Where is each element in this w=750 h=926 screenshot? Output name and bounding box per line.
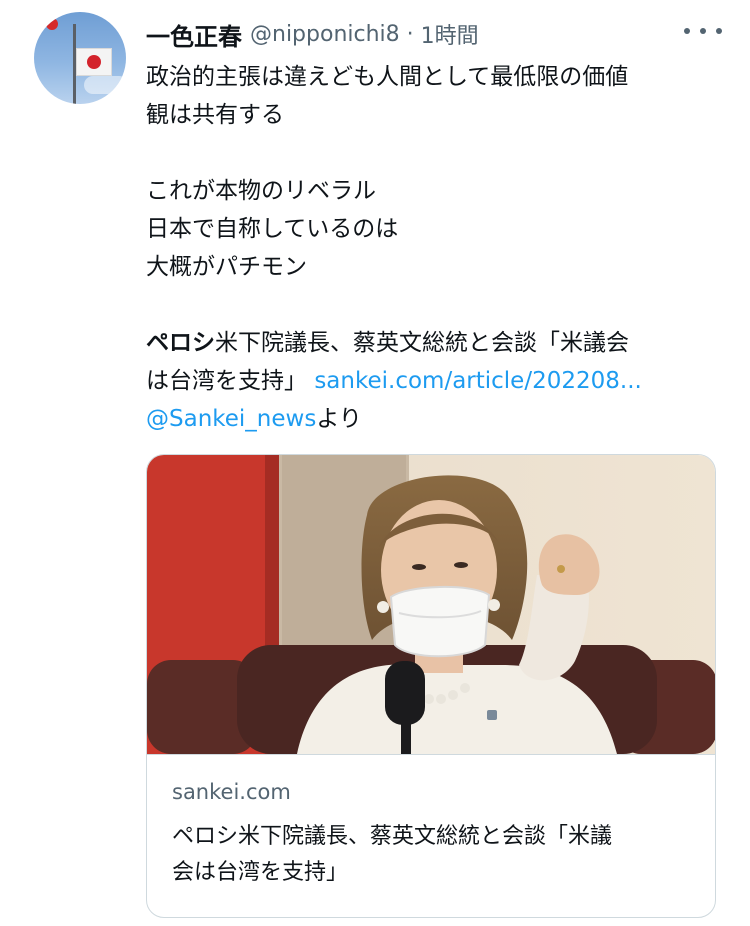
card-domain: sankei.com (172, 780, 291, 804)
cloud-shape (84, 76, 126, 94)
tweet-timestamp[interactable]: 1時間 (421, 18, 479, 50)
japan-flag-icon (76, 48, 112, 76)
tweet-line: 政治的主張は違えども人間として最低限の価値 (146, 64, 629, 90)
tweet-header: 一色正春 @nipponichi8 · 1時間 (146, 14, 479, 54)
author-handle[interactable]: @nipponichi8 (250, 22, 400, 47)
avatar[interactable] (34, 12, 126, 104)
mention-suffix: より (316, 406, 362, 432)
shared-headline-text: は台湾を支持」 (146, 368, 307, 394)
shared-headline-text: 米下院議長、蔡英文総統と会談「米議会 (215, 330, 629, 356)
shared-headline-line2: は台湾を支持」 sankei.com/article/202208... (146, 362, 726, 400)
shared-headline-line1: ペロシ米下院議長、蔡英文総統と会談「米議会 (146, 324, 726, 362)
card-photo (147, 455, 715, 754)
tweet-line: 観は共有する (146, 102, 284, 128)
sun-icon (46, 18, 58, 30)
card-title-line: ペロシ米下院議長、蔡英文総統と会談「米議 (172, 824, 613, 849)
card-title: ペロシ米下院議長、蔡英文総統と会談「米議 会は台湾を支持」 (172, 819, 702, 891)
mention-link[interactable]: @Sankei_news (146, 406, 316, 432)
article-link[interactable]: sankei.com/article/202208... (314, 368, 642, 394)
separator-dot: · (406, 21, 414, 47)
tweet-text: 政治的主張は違えども人間として最低限の価値 観は共有する これが本物のリベラル … (146, 58, 726, 438)
tweet-line: 日本で自称しているのは (146, 216, 399, 242)
author-name[interactable]: 一色正春 (146, 17, 242, 52)
mention-line: @Sankei_newsより (146, 400, 726, 438)
more-dot (700, 28, 706, 34)
link-preview-card[interactable]: sankei.com ペロシ米下院議長、蔡英文総統と会談「米議 会は台湾を支持」 (146, 454, 716, 918)
tweet-line: 大概がパチモン (146, 254, 307, 280)
more-dot (684, 28, 690, 34)
tweet-line: これが本物のリベラル (146, 178, 376, 204)
more-dot (716, 28, 722, 34)
more-options-icon[interactable] (684, 18, 722, 44)
card-title-line: 会は台湾を支持」 (172, 860, 349, 885)
card-meta: sankei.com ペロシ米下院議長、蔡英文総統と会談「米議 会は台湾を支持」 (147, 754, 715, 885)
shared-headline-bold: ペロシ (146, 330, 215, 356)
